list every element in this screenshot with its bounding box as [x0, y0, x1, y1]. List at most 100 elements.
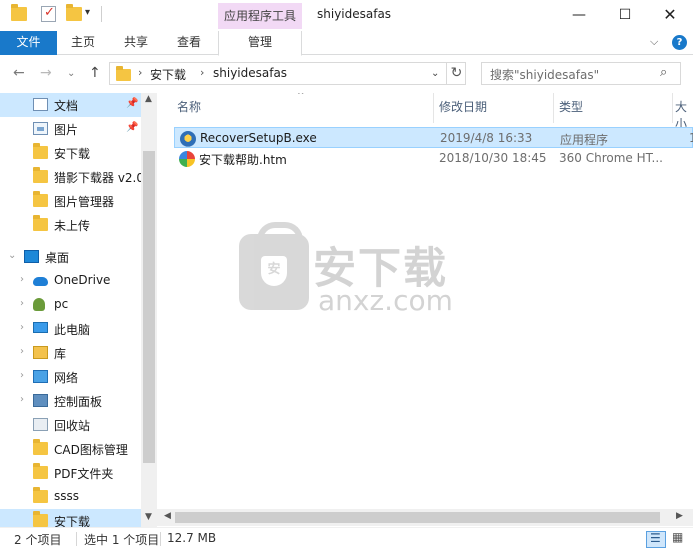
- search-input[interactable]: 搜索"shiyidesafas" ⌕: [481, 62, 681, 85]
- sidebar-item-label: 未上传: [54, 219, 91, 233]
- chevron-right-icon[interactable]: ›: [20, 322, 24, 333]
- scrollbar-thumb[interactable]: [143, 151, 155, 463]
- forward-button[interactable]: →: [40, 65, 52, 81]
- breadcrumb-separator[interactable]: ›: [200, 66, 204, 79]
- item-count: 2 个项目: [14, 533, 62, 547]
- file-row[interactable]: RecoverSetupB.exe 2019/4/8 16:33 应用程序 1: [174, 127, 693, 148]
- sidebar-item-label: 文档: [54, 99, 79, 113]
- properties-icon[interactable]: ✓: [41, 5, 56, 22]
- large-icons-view-icon[interactable]: [670, 530, 688, 548]
- quick-access-dropdown-icon[interactable]: ▾: [85, 7, 90, 18]
- column-header-date[interactable]: 修改日期: [439, 98, 487, 123]
- new-folder-icon[interactable]: [66, 4, 82, 21]
- scroll-right-icon[interactable]: ▶: [676, 511, 683, 521]
- scrollbar-thumb[interactable]: [175, 512, 660, 523]
- sidebar-item-recycle-bin[interactable]: 回收站: [0, 413, 141, 437]
- sidebar-item-folder[interactable]: 猎影下载器 v2.0: [0, 165, 144, 189]
- library-icon: [33, 346, 48, 359]
- address-bar[interactable]: › 安下载 › shiyidesafas ⌄: [109, 62, 466, 85]
- sidebar-item-user[interactable]: › pc: [0, 293, 141, 317]
- sidebar-item-label: 此电脑: [54, 323, 91, 337]
- desktop-icon: [24, 250, 39, 263]
- tab-home[interactable]: 主页: [60, 31, 106, 55]
- file-date: 2019/4/8 16:33: [440, 131, 533, 145]
- expand-ribbon-icon[interactable]: ⌵: [650, 35, 658, 49]
- tab-manage[interactable]: 管理: [218, 31, 302, 56]
- sidebar-item-control-panel[interactable]: › 控制面板: [0, 389, 141, 413]
- tab-file[interactable]: 文件: [0, 31, 57, 55]
- back-button[interactable]: ←: [13, 65, 25, 81]
- window-title: shiyidesafas: [317, 7, 392, 21]
- chevron-right-icon[interactable]: ›: [20, 346, 24, 357]
- pin-icon[interactable]: 📌: [126, 98, 138, 109]
- navigation-scrollbar[interactable]: ▲ ▼: [141, 93, 157, 529]
- folder-icon[interactable]: [11, 4, 27, 21]
- tab-share[interactable]: 共享: [113, 31, 159, 55]
- sidebar-item-label: ssss: [54, 489, 80, 503]
- sidebar-item-desktop[interactable]: ⌄ 桌面: [0, 245, 141, 269]
- sidebar-item-folder[interactable]: 安下载: [0, 509, 141, 529]
- minimize-button[interactable]: —: [556, 0, 602, 30]
- breadcrumb-separator[interactable]: ›: [138, 66, 142, 79]
- sidebar-item-folder[interactable]: ssss: [0, 485, 141, 509]
- column-header-name[interactable]: 名称: [177, 98, 201, 123]
- chevron-right-icon[interactable]: ›: [20, 370, 24, 381]
- sidebar-item-label: 图片管理器: [54, 195, 115, 209]
- documents-icon: [33, 98, 48, 111]
- sidebar-item-folder[interactable]: PDF文件夹: [0, 461, 141, 485]
- sidebar-item-this-pc[interactable]: › 此电脑: [0, 317, 141, 341]
- chevron-right-icon[interactable]: ›: [20, 274, 24, 285]
- column-divider[interactable]: [672, 93, 673, 123]
- sidebar-item-folder[interactable]: 未上传: [0, 213, 141, 237]
- sidebar-item-label: pc: [54, 297, 69, 311]
- horizontal-scrollbar[interactable]: ◀ ▶: [157, 509, 693, 526]
- scroll-left-icon[interactable]: ◀: [164, 511, 171, 521]
- tab-view[interactable]: 查看: [166, 31, 212, 55]
- sidebar-item-label: 网络: [54, 371, 79, 385]
- address-dropdown-icon[interactable]: ⌄: [431, 68, 439, 79]
- chevron-right-icon[interactable]: ›: [20, 298, 24, 309]
- pin-icon[interactable]: 📌: [126, 122, 138, 133]
- breadcrumb-item[interactable]: 安下载: [150, 66, 186, 83]
- sidebar-item-label: 桌面: [45, 251, 70, 265]
- chevron-down-icon[interactable]: ⌄: [8, 250, 16, 261]
- column-header-type[interactable]: 类型: [559, 98, 583, 123]
- status-bar: 2 个项目 选中 1 个项目 12.7 MB: [0, 527, 693, 550]
- sidebar-item-label: 控制面板: [54, 395, 103, 409]
- refresh-button[interactable]: ↻: [446, 62, 466, 85]
- selection-size: 12.7 MB: [167, 531, 217, 545]
- scroll-down-icon[interactable]: ▼: [145, 512, 152, 522]
- column-header-size[interactable]: 大小: [675, 98, 693, 131]
- maximize-button[interactable]: ☐: [602, 0, 648, 30]
- chevron-right-icon[interactable]: ›: [20, 394, 24, 405]
- sidebar-item-onedrive[interactable]: › OneDrive: [0, 269, 141, 293]
- sidebar-item-documents[interactable]: 文档 📌: [0, 93, 141, 117]
- details-view-icon[interactable]: [646, 531, 666, 548]
- recent-locations-icon[interactable]: ⌄: [67, 68, 75, 79]
- sidebar-item-label: 图片: [54, 123, 79, 137]
- search-placeholder: 搜索"shiyidesafas": [490, 68, 600, 82]
- sidebar-item-network[interactable]: › 网络: [0, 365, 141, 389]
- folder-icon: [33, 487, 48, 503]
- context-tab-title: 应用程序工具: [218, 3, 302, 29]
- file-name: RecoverSetupB.exe: [200, 131, 317, 145]
- scroll-up-icon[interactable]: ▲: [145, 94, 152, 104]
- sidebar-item-label: CAD图标管理: [54, 443, 128, 457]
- folder-icon: [33, 167, 48, 183]
- sidebar-item-folder[interactable]: 图片管理器: [0, 189, 141, 213]
- sidebar-item-libraries[interactable]: › 库: [0, 341, 141, 365]
- sort-ascending-icon: ^: [297, 93, 305, 101]
- search-icon[interactable]: ⌕: [660, 65, 667, 80]
- sidebar-item-folder[interactable]: CAD图标管理: [0, 437, 141, 461]
- breadcrumb-item[interactable]: shiyidesafas: [213, 66, 287, 80]
- sidebar-item-pictures[interactable]: 图片 📌: [0, 117, 141, 141]
- toolbar-separator: [101, 6, 102, 22]
- up-button[interactable]: ↑: [89, 65, 101, 81]
- column-divider[interactable]: [553, 93, 554, 123]
- sidebar-item-label: 库: [54, 347, 67, 361]
- help-icon[interactable]: ?: [672, 35, 687, 50]
- file-row[interactable]: 安下载帮助.htm 2018/10/30 18:45 360 Chrome HT…: [174, 148, 693, 169]
- sidebar-item-folder[interactable]: 安下载: [0, 141, 141, 165]
- close-button[interactable]: ✕: [647, 0, 693, 30]
- column-divider[interactable]: [433, 93, 434, 123]
